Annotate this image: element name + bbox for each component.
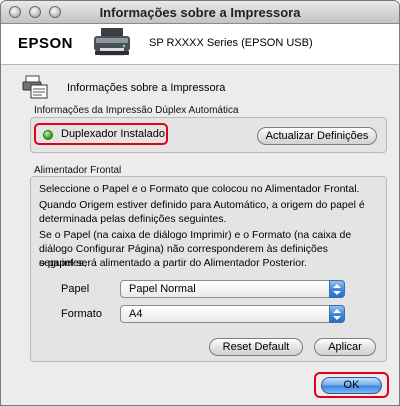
reset-default-button[interactable]: Reset Default <box>209 338 303 356</box>
instruction-text-1: Seleccione o Papel e o Formato que coloc… <box>39 183 360 195</box>
format-select[interactable]: A4 <box>120 305 345 323</box>
ok-button-highlight: OK <box>314 372 389 398</box>
instruction-text-2b: determinada pelas definições seguintes. <box>39 213 227 225</box>
ok-button[interactable]: OK <box>321 377 382 394</box>
format-label: Formato <box>61 308 102 320</box>
section-title: Informações sobre a Impressora <box>67 82 226 94</box>
duplex-status: Duplexador Instalado <box>34 123 168 145</box>
printer-icon <box>94 28 130 56</box>
format-select-value: A4 <box>129 308 143 320</box>
updown-arrows-icon <box>329 280 345 298</box>
update-settings-button[interactable]: Actualizar Definições <box>257 127 377 145</box>
paper-select-value: Papel Normal <box>129 283 196 295</box>
instruction-text-3c: o papel será alimentado a partir do Alim… <box>39 257 307 269</box>
front-feeder-group-label: Alimentador Frontal <box>34 165 122 176</box>
updown-arrows-icon <box>329 305 345 323</box>
window-title: Informações sobre a Impressora <box>99 5 301 20</box>
duplex-group-label: Informações da Impressão Dúplex Automáti… <box>34 105 239 116</box>
printer-info-icon <box>22 75 48 99</box>
instruction-text-2a: Quando Origem estiver definido para Auto… <box>39 199 365 211</box>
apply-button[interactable]: Aplicar <box>314 338 376 356</box>
duplex-status-text: Duplexador Instalado <box>61 128 165 140</box>
title-bar: Informações sobre a Impressora <box>1 1 399 24</box>
epson-logo: EPSON <box>18 35 74 52</box>
status-led-icon <box>43 130 53 140</box>
printer-info-window: Informações sobre a Impressora EPSON SP … <box>0 0 400 406</box>
paper-label: Papel <box>61 283 90 295</box>
paper-select[interactable]: Papel Normal <box>120 280 345 298</box>
printer-header: EPSON SP RXXXX Series (EPSON USB) <box>1 24 399 65</box>
instruction-text-3a: Se o Papel (na caixa de diálogo Imprimir… <box>39 229 352 241</box>
printer-model: SP RXXXX Series (EPSON USB) <box>149 37 313 49</box>
